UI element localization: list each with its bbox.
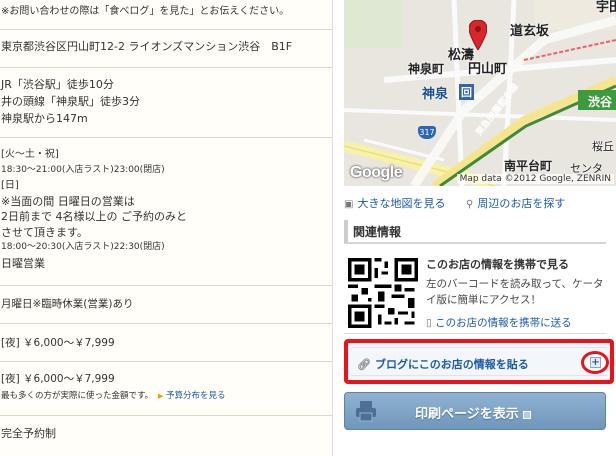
hours-line: 2日前まで 4名様以上の ご予約のみと	[1, 210, 187, 223]
closed-row: 月曜日※臨時休業(営業)あり	[0, 286, 333, 324]
map-copyright: Map data ©2012 Google, ZENRIN	[456, 174, 614, 184]
large-map-label: 大きな地図を見る	[357, 197, 446, 210]
station-marker-icon: 回	[459, 84, 474, 100]
budget-note-text: 最も多くの方が実際に使った金額です。	[1, 391, 154, 401]
access-line: 神泉駅から147m	[1, 112, 88, 125]
map-label-maruyamacho: 円山町	[468, 62, 508, 77]
budget-row: [夜] ￥6,000～￥7,999	[0, 324, 333, 362]
map-label-shibuya: 渋谷	[588, 95, 613, 109]
google-map[interactable]: 松濤 道玄坂 宇田川 神泉町 円山町 神泉 回 渋谷 南平台町 桜丘 センタ 東…	[344, 0, 616, 186]
mobile-phone-icon: ▯	[426, 317, 432, 329]
map-links: ▣ 大きな地図を見る ⚲ 周辺のお店を探す	[344, 195, 616, 213]
address-row: 東京都渋谷区円山町12-2 ライオンズマンション渋谷 B1F	[0, 30, 333, 68]
print-page-text: 印刷ページを表示	[415, 407, 519, 422]
sidebar: 松濤 道玄坂 宇田川 神泉町 円山町 神泉 回 渋谷 南平台町 桜丘 センタ 東…	[334, 0, 616, 456]
print-page-label: 印刷ページを表示	[415, 403, 531, 422]
reservation-row: 完全予約制	[0, 416, 333, 456]
map-label-shinsencho: 神泉町	[408, 62, 445, 76]
printer-icon	[356, 401, 376, 422]
mobile-description: 左のバーコードを読み取って、ケータイ版に簡単にアクセス！	[426, 278, 604, 306]
google-logo[interactable]: Google	[350, 164, 403, 182]
hours-line: [日]	[1, 180, 19, 191]
address: 東京都渋谷区円山町12-2 ライオンズマンション渋谷 B1F	[1, 40, 293, 53]
blog-paste-label: ブログにこのお店の情報を貼る	[374, 358, 529, 371]
map-label-nanpeidaicho: 南平台町	[504, 159, 553, 173]
access-line: JR「渋谷駅」徒歩10分	[1, 78, 114, 91]
contact-note-row: ※お問い合わせの際は「食べログ」を見た」とお伝えください。	[0, 0, 333, 30]
related-heading: 関連情報	[344, 220, 606, 244]
link-chain-icon: 🔗︎	[357, 358, 371, 371]
mobile-title: このお店の情報を携帯で見る	[426, 258, 569, 271]
blog-paste-link[interactable]: 🔗︎ ブログにこのお店の情報を貼る	[357, 356, 529, 372]
map-label-shinsen-station: 神泉	[422, 87, 449, 102]
budget-distribution-link[interactable]: 予算分布を見る	[166, 391, 226, 401]
access-line: 井の頭線「神泉駅」徒歩3分	[1, 95, 140, 108]
plus-icon: +	[590, 357, 601, 368]
large-map-link[interactable]: ▣ 大きな地図を見る	[344, 195, 445, 211]
hours-row: [火～土・祝] 18:30～21:00(入店ラスト)23:00(閉店) [日] …	[0, 138, 333, 286]
hours-line: させて頂きます。	[1, 225, 88, 239]
hours-line: ※当面の間 日曜日の営業は	[1, 194, 135, 208]
budget-actual-value: [夜] ￥6,000～￥7,999	[1, 373, 115, 385]
search-icon: ⚲	[466, 199, 474, 210]
hours-line: 18:30～21:00(入店ラスト)23:00(閉店)	[1, 164, 165, 175]
window-icon	[522, 410, 531, 419]
map-pin-icon[interactable]	[469, 20, 487, 50]
send-to-mobile-label: このお店の情報を携帯に送る	[435, 317, 572, 329]
hours-line: [火～土・祝]	[1, 149, 59, 160]
blog-highlight-box: 🔗︎ ブログにこのお店の情報を貼る +	[344, 339, 614, 384]
qr-code-icon	[348, 258, 418, 328]
mobile-section: このお店の情報を携帯で見る 左のバーコードを読み取って、ケータイ版に簡単にアクセ…	[344, 252, 606, 334]
map-label-sakuragaoka: 桜丘	[592, 140, 614, 153]
shop-info-table: ※お問い合わせの際は「食べログ」を見た」とお伝えください。 東京都渋谷区円山町1…	[0, 0, 333, 456]
nearby-shops-link[interactable]: ⚲ 周辺のお店を探す	[466, 195, 565, 211]
map-label-dogenzaka: 道玄坂	[510, 24, 550, 39]
budget-value: [夜] ￥6,000～￥7,999	[1, 337, 115, 349]
reservation-note: 完全予約制	[1, 427, 56, 440]
arrow-right-icon: ▶	[157, 392, 164, 400]
contact-note: ※お問い合わせの際は「食べログ」を見た」とお伝えください。	[1, 6, 290, 17]
hours-line: 18:00～20:30(入店ラスト)22:30(閉店)	[1, 242, 165, 252]
print-page-button[interactable]: 印刷ページを表示	[344, 392, 606, 430]
hours-line: 日曜営業	[1, 256, 45, 270]
nearby-label: 周辺のお店を探す	[477, 197, 566, 210]
access-row: JR「渋谷駅」徒歩10分 井の頭線「神泉駅」徒歩3分 神泉駅から147m	[0, 68, 333, 138]
budget-actual-row: [夜] ￥6,000～￥7,999 最も多くの方が実際に使った金額です。 ▶ 予…	[0, 362, 333, 416]
closed-days: 月曜日※臨時休業(営業)あり	[1, 298, 134, 310]
send-to-mobile-link[interactable]: ▯ このお店の情報を携帯に送る	[426, 315, 572, 330]
expand-icon: ▣	[344, 199, 354, 210]
budget-note: 最も多くの方が実際に使った金額です。 ▶ 予算分布を見る	[1, 389, 333, 401]
blog-row: 🔗︎ ブログにこのお店の情報を貼る +	[351, 347, 609, 376]
blog-expand-button[interactable]: +	[581, 351, 609, 374]
map-label-udagawa: 宇田川	[596, 0, 616, 15]
